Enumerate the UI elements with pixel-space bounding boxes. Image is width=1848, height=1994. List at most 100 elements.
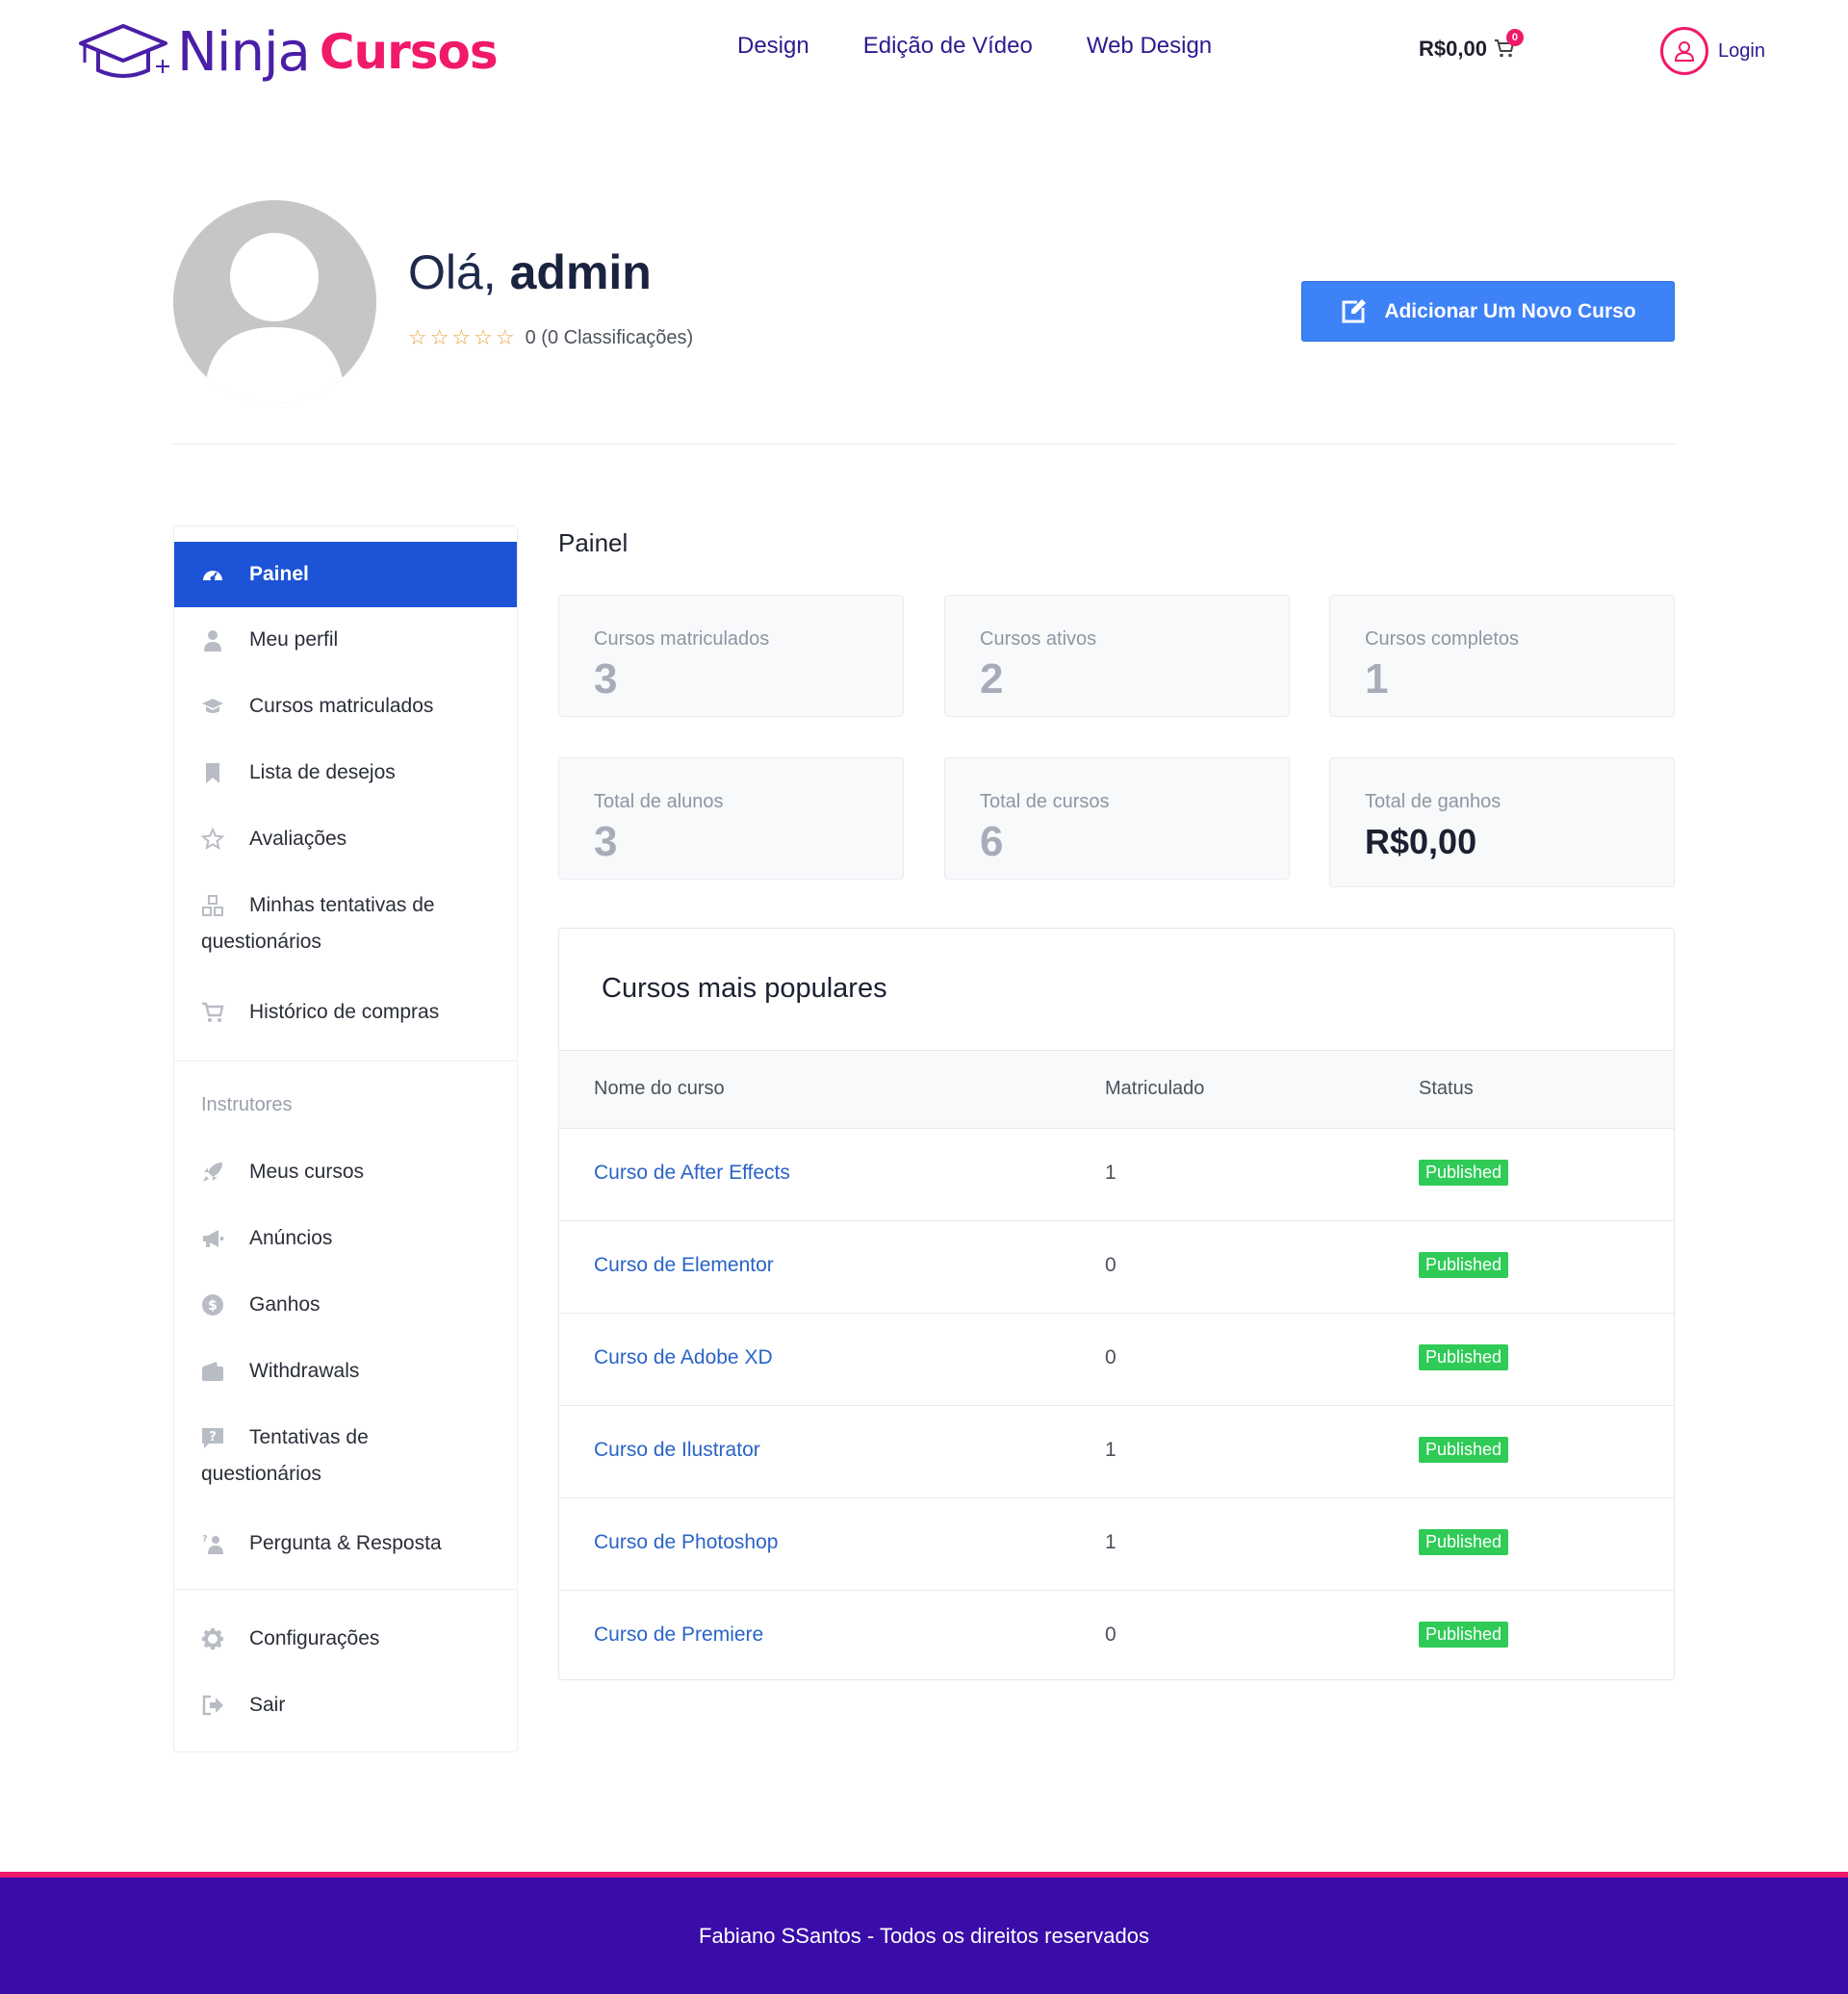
dashboard-sidebar: Painel Meu perfil Cursos matriculados Li… bbox=[173, 525, 518, 1752]
sidebar-item-painel[interactable]: Painel bbox=[174, 542, 517, 607]
graduation-cap-icon bbox=[202, 699, 223, 713]
sidebar-item-pergunta-resposta[interactable]: ? Pergunta & Resposta bbox=[174, 1530, 517, 1557]
profile-username: admin bbox=[509, 245, 652, 299]
nav-link-design[interactable]: Design bbox=[737, 33, 809, 60]
sidebar-item-cursos-matriculados[interactable]: Cursos matriculados bbox=[174, 693, 517, 720]
sidebar-item-withdrawals[interactable]: Withdrawals bbox=[174, 1358, 517, 1385]
sidebar-item-tentativas-questionarios[interactable]: ? Tentativas de bbox=[174, 1424, 517, 1451]
sidebar-divider bbox=[174, 1589, 517, 1590]
course-link[interactable]: Curso de Adobe XD bbox=[594, 1346, 773, 1369]
main-nav: Design Edição de Vídeo Web Design bbox=[737, 33, 1212, 60]
profile-divider bbox=[173, 444, 1675, 445]
sidebar-item-sair[interactable]: Sair bbox=[174, 1692, 517, 1719]
enrolled-count: 0 bbox=[1105, 1254, 1116, 1276]
footer-copyright: Fabiano SSantos - Todos os direitos rese… bbox=[699, 1923, 1149, 1948]
login-label[interactable]: Login bbox=[1718, 40, 1765, 63]
profile-rating: ☆☆☆☆☆ 0 (0 Classificações) bbox=[408, 325, 693, 350]
sidebar-item-meu-perfil[interactable]: Meu perfil bbox=[174, 626, 517, 653]
nav-link-video-editing[interactable]: Edição de Vídeo bbox=[863, 33, 1033, 60]
status-badge: Published bbox=[1419, 1160, 1509, 1186]
course-link[interactable]: Curso de After Effects bbox=[594, 1162, 790, 1185]
sidebar-item-avaliacoes[interactable]: Avaliações bbox=[174, 826, 517, 853]
sidebar-item-lista-de-desejos[interactable]: Lista de desejos bbox=[174, 759, 517, 786]
table-row: Curso de Premiere 0 Published bbox=[559, 1591, 1674, 1683]
user-icon bbox=[204, 630, 221, 652]
stat-label: Cursos matriculados bbox=[594, 628, 770, 650]
cart-icon[interactable]: 0 bbox=[1493, 29, 1524, 62]
sidebar-item-meus-cursos[interactable]: Meus cursos bbox=[174, 1159, 517, 1186]
dashboard-icon bbox=[203, 571, 222, 581]
table-row: Curso de After Effects 1 Published bbox=[559, 1129, 1674, 1221]
avatar bbox=[173, 200, 376, 403]
sidebar-item-label-continued[interactable]: questionários bbox=[201, 1463, 321, 1486]
stat-card-completed: Cursos completos 1 bbox=[1329, 595, 1675, 717]
enrolled-count: 0 bbox=[1105, 1623, 1116, 1646]
table-row: Curso de Adobe XD 0 Published bbox=[559, 1314, 1674, 1406]
enrolled-count: 0 bbox=[1105, 1346, 1116, 1368]
sidebar-item-label: Pergunta & Resposta bbox=[249, 1532, 442, 1554]
course-link[interactable]: Curso de Photoshop bbox=[594, 1531, 778, 1554]
sidebar-item-label: Cursos matriculados bbox=[249, 695, 434, 717]
table-row: Curso de Ilustrator 1 Published bbox=[559, 1406, 1674, 1498]
stat-card-students: Total de alunos 3 bbox=[558, 757, 904, 880]
status-badge: Published bbox=[1419, 1437, 1509, 1463]
sidebar-item-label: Meus cursos bbox=[249, 1161, 365, 1183]
stat-value: 3 bbox=[594, 655, 618, 703]
sidebar-item-label: Sair bbox=[249, 1694, 286, 1716]
avatar-placeholder-icon bbox=[204, 233, 345, 403]
popular-courses-table: Cursos mais populares Nome do curso Matr… bbox=[558, 928, 1675, 1680]
cart-amount: R$0,00 bbox=[1419, 37, 1487, 61]
stat-value: 6 bbox=[980, 818, 1004, 865]
svg-text:?: ? bbox=[202, 1534, 208, 1545]
table-header: Nome do curso Matriculado Status bbox=[559, 1050, 1674, 1129]
nav-link-web-design[interactable]: Web Design bbox=[1087, 33, 1212, 60]
page-title: Painel bbox=[558, 528, 629, 557]
table-row: Curso de Photoshop 1 Published bbox=[559, 1498, 1674, 1591]
stat-value: 2 bbox=[980, 655, 1004, 703]
course-link[interactable]: Curso de Elementor bbox=[594, 1254, 774, 1277]
stat-card-courses: Total de cursos 6 bbox=[944, 757, 1290, 880]
sidebar-item-label: Ganhos bbox=[249, 1293, 321, 1316]
status-badge: Published bbox=[1419, 1529, 1509, 1555]
status-badge: Published bbox=[1419, 1344, 1509, 1370]
stat-value: R$0,00 bbox=[1365, 822, 1477, 861]
greeting-prefix: Olá, bbox=[408, 245, 497, 299]
cart-count-badge: 0 bbox=[1505, 29, 1524, 46]
sidebar-item-label: Anúncios bbox=[249, 1227, 333, 1249]
profile-greeting: Olá, admin bbox=[408, 244, 652, 300]
add-new-course-button[interactable]: Adicionar Um Novo Curso bbox=[1301, 281, 1675, 342]
sidebar-item-anuncios[interactable]: Anúncios bbox=[174, 1225, 517, 1252]
sidebar-item-label-continued[interactable]: questionários bbox=[201, 931, 321, 954]
sidebar-item-minhas-tentativas[interactable]: Minhas tentativas de bbox=[174, 892, 517, 919]
course-link[interactable]: Curso de Premiere bbox=[594, 1623, 763, 1647]
stat-card-earnings: Total de ganhos R$0,00 bbox=[1329, 757, 1675, 887]
rating-stars-icon: ☆☆☆☆☆ bbox=[408, 325, 518, 349]
logo[interactable]: Ninja Cursos bbox=[77, 13, 499, 90]
course-link[interactable]: Curso de Ilustrator bbox=[594, 1439, 760, 1462]
status-badge: Published bbox=[1419, 1622, 1509, 1648]
popular-courses-title: Cursos mais populares bbox=[602, 973, 887, 1004]
column-header-status: Status bbox=[1419, 1078, 1474, 1099]
login-link[interactable]: Login bbox=[1660, 27, 1765, 75]
sidebar-item-label: Avaliações bbox=[249, 828, 347, 850]
svg-text:$: $ bbox=[208, 1298, 218, 1314]
question-icon: ? bbox=[202, 1428, 223, 1448]
sidebar-item-historico-de-compras[interactable]: Histórico de compras bbox=[174, 999, 517, 1026]
sidebar-item-ganhos[interactable]: $ Ganhos bbox=[174, 1291, 517, 1318]
status-badge: Published bbox=[1419, 1252, 1509, 1278]
cart[interactable]: R$0,00 0 bbox=[1419, 29, 1524, 62]
sidebar-item-label: Painel bbox=[249, 563, 309, 585]
sidebar-item-configuracoes[interactable]: Configurações bbox=[174, 1625, 517, 1652]
wallet-icon bbox=[202, 1362, 223, 1381]
gear-icon bbox=[202, 1628, 223, 1649]
edit-icon bbox=[1342, 298, 1367, 322]
logo-text-ninja: Ninja bbox=[177, 20, 311, 84]
stat-value: 3 bbox=[594, 818, 618, 865]
sidebar-item-label: Histórico de compras bbox=[249, 1001, 440, 1023]
user-circle-icon[interactable] bbox=[1660, 27, 1708, 75]
quiz-icon bbox=[202, 895, 223, 916]
stat-card-active: Cursos ativos 2 bbox=[944, 595, 1290, 717]
graduation-cap-logo-icon bbox=[79, 24, 169, 78]
column-header-course-name: Nome do curso bbox=[594, 1078, 725, 1099]
dollar-icon: $ bbox=[202, 1294, 223, 1316]
